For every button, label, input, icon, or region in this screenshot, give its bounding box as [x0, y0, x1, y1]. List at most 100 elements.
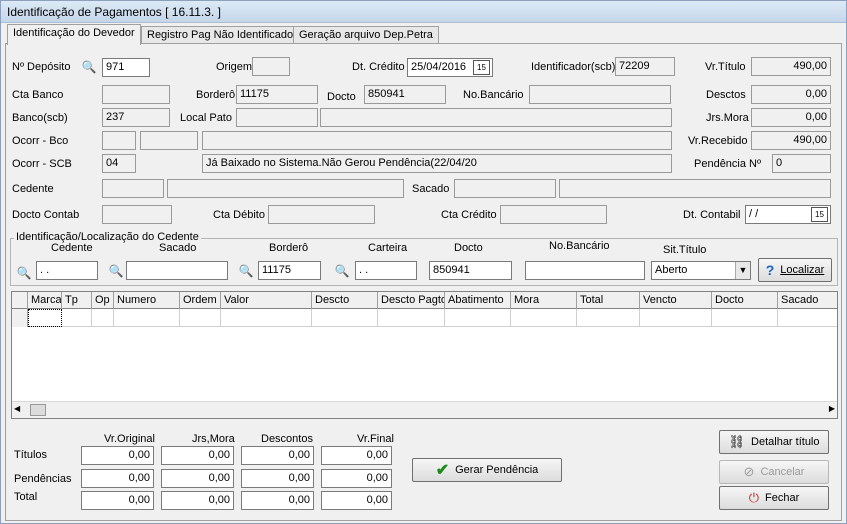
row-cell[interactable]: [312, 309, 378, 327]
col-vencto[interactable]: Vencto: [640, 292, 712, 309]
cedente-field: [167, 179, 404, 198]
col-descto-pagto[interactable]: Descto Pagto: [378, 292, 445, 309]
row-cell[interactable]: [445, 309, 511, 327]
jrs-mora-field: 0,00: [751, 108, 831, 127]
search-cedente-field[interactable]: . .: [36, 261, 98, 280]
cedente-search-group: Identificação/Localização do Cedente Ced…: [10, 231, 838, 286]
row-cell[interactable]: [640, 309, 712, 327]
pendencia-field: 0: [772, 154, 831, 173]
ocorr-bco-label: Ocorr - Bco: [12, 135, 69, 147]
titulos-vr-original: 0,00: [81, 446, 154, 465]
pendencia-label: Pendência Nº: [694, 158, 762, 170]
horizontal-scrollbar[interactable]: ◀ ▶: [12, 401, 837, 418]
grid-header: Marca Tp Op Numero Ordem Valor Descto De…: [12, 292, 837, 309]
local-pato-field: [320, 108, 672, 127]
col-abatimento[interactable]: Abatimento: [445, 292, 511, 309]
total-descontos: 0,00: [241, 491, 314, 510]
search-docto-field[interactable]: 850941: [429, 261, 512, 280]
grid-corner: [12, 292, 28, 309]
binoculars-icon[interactable]: 🔍: [15, 265, 33, 281]
table-row[interactable]: [12, 309, 837, 327]
fechar-label: Fechar: [765, 492, 800, 504]
close-icon: ⏻: [748, 490, 760, 505]
sit-titulo-select[interactable]: Aberto ▼: [651, 261, 751, 280]
col-mora[interactable]: Mora: [511, 292, 577, 309]
docto-field: 850941: [364, 85, 446, 104]
titles-grid[interactable]: Marca Tp Op Numero Ordem Valor Descto De…: [11, 291, 838, 419]
col-total[interactable]: Total: [577, 292, 640, 309]
col-ordem[interactable]: Ordem: [180, 292, 221, 309]
col-docto[interactable]: Docto: [712, 292, 778, 309]
titulos-vr-final: 0,00: [321, 446, 392, 465]
scroll-left-icon[interactable]: ◀: [14, 404, 20, 413]
col-marca[interactable]: Marca: [28, 292, 62, 309]
jrs-mora-label: Jrs.Mora: [706, 112, 749, 124]
cancelar-label: Cancelar: [760, 466, 805, 478]
sacado-field: [559, 179, 831, 198]
binoculars-icon[interactable]: 🔍: [333, 263, 351, 279]
row-cell[interactable]: [378, 309, 445, 327]
chevron-down-icon[interactable]: ▼: [735, 262, 750, 279]
devedor-panel: Nº Depósito 🔍 971 Origem Dt. Crédito 25/…: [5, 43, 842, 521]
desctos-label: Desctos: [706, 89, 746, 101]
binoculars-icon[interactable]: 🔍: [107, 263, 125, 279]
localizar-label: Localizar: [780, 264, 825, 276]
row-cell[interactable]: [221, 309, 312, 327]
titulos-jrs-mora: 0,00: [161, 446, 234, 465]
row-cell-marca[interactable]: [28, 309, 62, 327]
row-indicator: [12, 309, 28, 327]
col-sacado[interactable]: Sacado: [778, 292, 837, 309]
cancelar-button[interactable]: ⊘ Cancelar: [719, 460, 829, 484]
detalhar-titulo-button[interactable]: ⛓ Detalhar título: [719, 430, 829, 454]
tab-geracao-arquivo[interactable]: Geração arquivo Dep.Petra: [293, 26, 439, 44]
totals-pendencias-label: Pendências: [14, 473, 72, 485]
col-descto[interactable]: Descto: [312, 292, 378, 309]
calendar-icon[interactable]: 15: [473, 60, 490, 75]
search-sacado-field[interactable]: [126, 261, 228, 280]
binoculars-icon[interactable]: 🔍: [80, 59, 98, 75]
scroll-right-icon[interactable]: ▶: [829, 404, 835, 413]
cta-debito-field: [268, 205, 375, 224]
calendar-icon[interactable]: 15: [811, 207, 828, 222]
tab-registro-pag[interactable]: Registro Pag Não Identificado: [141, 26, 300, 44]
banco-scb-label: Banco(scb): [12, 112, 68, 124]
identificador-field: 72209: [615, 57, 675, 76]
total-vr-final: 0,00: [321, 491, 392, 510]
gerar-pendencia-button[interactable]: ✔ Gerar Pendência: [412, 458, 562, 482]
row-cell[interactable]: [180, 309, 221, 327]
sacado-code-field: [454, 179, 556, 198]
scroll-thumb[interactable]: [30, 404, 46, 416]
col-valor[interactable]: Valor: [221, 292, 312, 309]
search-bordero-field[interactable]: 11175: [258, 261, 321, 280]
question-icon: ?: [765, 262, 775, 278]
row-cell[interactable]: [577, 309, 640, 327]
n-deposito-field[interactable]: 971: [102, 58, 150, 77]
binoculars-icon[interactable]: 🔍: [237, 263, 255, 279]
row-cell[interactable]: [62, 309, 92, 327]
docto-contab-field: [102, 205, 172, 224]
ocorr-bco-field: [202, 131, 672, 150]
row-cell[interactable]: [712, 309, 778, 327]
row-cell[interactable]: [511, 309, 577, 327]
titulos-descontos: 0,00: [241, 446, 314, 465]
col-tp[interactable]: Tp: [62, 292, 92, 309]
search-cedente-label: Cedente: [51, 242, 93, 254]
cta-debito-label: Cta Débito: [213, 209, 265, 221]
fechar-button[interactable]: ⏻ Fechar: [719, 486, 829, 510]
pendencias-jrs-mora: 0,00: [161, 469, 234, 488]
bordero-label: Borderô: [196, 89, 236, 101]
ocorr-bco-sub-field: [140, 131, 198, 150]
desctos-field: 0,00: [751, 85, 831, 104]
row-cell[interactable]: [92, 309, 114, 327]
total-jrs-mora: 0,00: [161, 491, 234, 510]
tab-identificacao-devedor[interactable]: Identificação do Devedor: [7, 24, 141, 45]
cta-banco-label: Cta Banco: [12, 89, 64, 101]
col-numero[interactable]: Numero: [114, 292, 180, 309]
search-no-bancario-field[interactable]: [525, 261, 645, 280]
cedente-label: Cedente: [12, 183, 54, 195]
localizar-button[interactable]: ? Localizar: [758, 258, 832, 282]
search-carteira-field[interactable]: . .: [355, 261, 417, 280]
vr-recebido-label: Vr.Recebido: [688, 135, 748, 147]
row-cell[interactable]: [114, 309, 180, 327]
col-op[interactable]: Op: [92, 292, 114, 309]
